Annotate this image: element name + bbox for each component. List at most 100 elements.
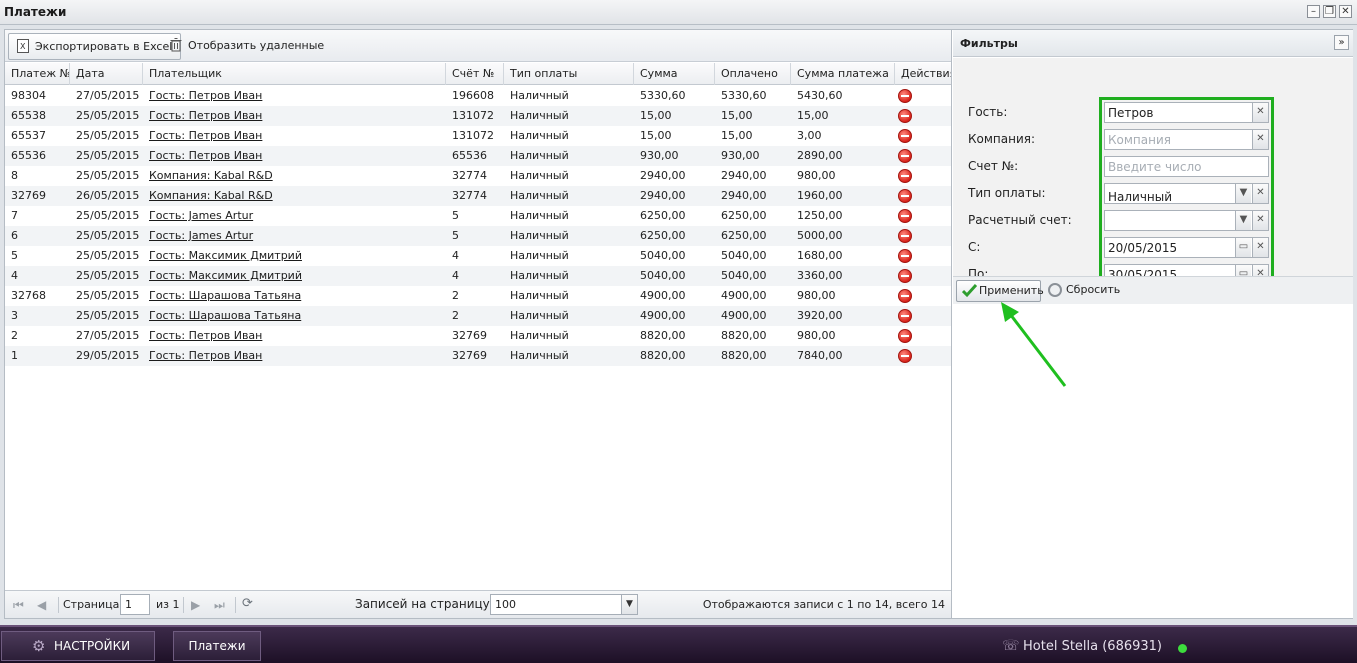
column-header-payment-amount[interactable]: Сумма платежа (791, 63, 895, 85)
cell-invoice-no: 4 (452, 269, 459, 282)
clear-icon[interactable]: ✕ (1252, 211, 1268, 230)
table-row[interactable]: 6 25/05/2015 Гость: James Artur 5 Наличный 62… (5, 226, 951, 246)
delete-icon[interactable] (898, 349, 912, 363)
cell-date: 29/05/2015 (76, 349, 140, 362)
settings-task-button[interactable]: ⚙ НАСТРОЙКИ (1, 631, 155, 661)
minimize-icon[interactable]: – (1307, 5, 1320, 18)
collapse-panel-icon[interactable]: » (1334, 35, 1349, 50)
delete-icon[interactable] (898, 209, 912, 223)
table-row[interactable]: 65538 25/05/2015 Гость: Петров Иван 131072 Н… (5, 106, 951, 126)
cell-payer[interactable]: Гость: Максимик Дмитрий (143, 266, 446, 286)
invoice-number-field[interactable]: Введите число (1104, 156, 1269, 177)
clear-icon[interactable]: ✕ (1252, 184, 1268, 203)
delete-icon[interactable] (898, 109, 912, 123)
cell-payment-amount: 1960,00 (797, 189, 843, 202)
guest-field[interactable]: Петров ✕ (1104, 102, 1269, 123)
last-page-icon[interactable]: ⏭ (214, 598, 225, 613)
cell-payment-amount: 980,00 (797, 329, 836, 342)
cell-payer[interactable]: Компания: Kabal R&D (143, 186, 446, 206)
cell-payer[interactable]: Гость: Петров Иван (143, 86, 446, 106)
first-page-icon[interactable]: ⏮ (13, 598, 24, 613)
calendar-icon[interactable]: ▭ (1235, 238, 1251, 257)
column-header-paid[interactable]: Оплачено (715, 63, 791, 85)
table-row[interactable]: 65536 25/05/2015 Гость: Петров Иван 65536 На… (5, 146, 951, 166)
column-header-payment-type[interactable]: Тип оплаты (504, 63, 634, 85)
column-header-invoice-no[interactable]: Счёт № (446, 63, 504, 85)
cell-payment-amount: 7840,00 (797, 349, 843, 362)
delete-icon[interactable] (898, 189, 912, 203)
excel-file-icon: X (17, 39, 29, 53)
cell-payer[interactable]: Гость: Шарашова Татьяна (143, 306, 446, 326)
apply-button[interactable]: Применить (956, 280, 1044, 302)
delete-icon[interactable] (898, 129, 912, 143)
column-header-amount[interactable]: Сумма (634, 63, 715, 85)
column-header-date[interactable]: Дата (70, 63, 143, 85)
delete-icon[interactable] (898, 269, 912, 283)
table-row[interactable]: 98304 27/05/2015 Гость: Петров Иван 196608 Н… (5, 86, 951, 106)
cell-payer[interactable]: Гость: Петров Иван (143, 106, 446, 126)
export-excel-button[interactable]: X Экспортировать в Excel (8, 33, 182, 60)
chevron-down-icon[interactable]: ▼ (1235, 184, 1251, 203)
apply-label: Применить (979, 284, 1044, 297)
cell-payer[interactable]: Гость: Петров Иван (143, 126, 446, 146)
table-row[interactable]: 7 25/05/2015 Гость: James Artur 5 Наличный 62… (5, 206, 951, 226)
cell-payer[interactable]: Гость: Петров Иван (143, 146, 446, 166)
table-row[interactable]: 65537 25/05/2015 Гость: Петров Иван 131072 Н… (5, 126, 951, 146)
cell-payer[interactable]: Гость: Шарашова Татьяна (143, 286, 446, 306)
clear-icon[interactable]: ✕ (1252, 103, 1268, 122)
delete-icon[interactable] (898, 309, 912, 323)
table-row[interactable]: 1 29/05/2015 Гость: Петров Иван 32769 Наличн… (5, 346, 951, 366)
prev-page-icon[interactable]: ◀ (37, 598, 46, 612)
cell-payer[interactable]: Компания: Kabal R&D (143, 166, 446, 186)
per-page-select[interactable]: 100 ▼ (490, 594, 638, 615)
table-row[interactable]: 32768 25/05/2015 Гость: Шарашова Татьяна 2 Н… (5, 286, 951, 306)
cell-payment-type: Наличный (510, 129, 569, 142)
cell-payment-no: 5 (11, 249, 18, 262)
cell-invoice-no: 196608 (452, 89, 494, 102)
cell-payer[interactable]: Гость: James Artur (143, 206, 446, 226)
table-row[interactable]: 8 25/05/2015 Компания: Kabal R&D 32774 Налич… (5, 166, 951, 186)
next-page-icon[interactable]: ▶ (191, 598, 200, 612)
delete-icon[interactable] (898, 289, 912, 303)
hotel-name[interactable]: Hotel Stella (686931) (1023, 639, 1162, 654)
delete-icon[interactable] (898, 89, 912, 103)
cell-payer[interactable]: Гость: James Artur (143, 226, 446, 246)
page-number-input[interactable]: 1 (120, 594, 150, 615)
restore-icon[interactable]: ❐ (1323, 5, 1336, 18)
delete-icon[interactable] (898, 229, 912, 243)
payments-task-button[interactable]: Платежи (173, 631, 261, 661)
refresh-icon[interactable]: ⟳ (242, 596, 253, 611)
company-field[interactable]: Компания ✕ (1104, 129, 1269, 150)
delete-icon[interactable] (898, 329, 912, 343)
table-row[interactable]: 4 25/05/2015 Гость: Максимик Дмитрий 4 Налич… (5, 266, 951, 286)
table-row[interactable]: 3 25/05/2015 Гость: Шарашова Татьяна 2 Налич… (5, 306, 951, 326)
cell-payer[interactable]: Гость: Петров Иван (143, 326, 446, 346)
cell-amount: 2940,00 (640, 189, 686, 202)
date-from-field[interactable]: 20/05/2015 ▭ ✕ (1104, 237, 1269, 258)
cell-invoice-no: 131072 (452, 129, 494, 142)
delete-icon[interactable] (898, 169, 912, 183)
table-row[interactable]: 5 25/05/2015 Гость: Максимик Дмитрий 4 Налич… (5, 246, 951, 266)
cell-date: 26/05/2015 (76, 189, 140, 202)
column-header-payment-no[interactable]: Платеж № (5, 63, 70, 85)
table-row[interactable]: 2 27/05/2015 Гость: Петров Иван 32769 Наличн… (5, 326, 951, 346)
delete-icon[interactable] (898, 149, 912, 163)
account-select[interactable]: ▼ ✕ (1104, 210, 1269, 231)
cell-date: 25/05/2015 (76, 249, 140, 262)
payment-type-select[interactable]: Наличный ▼ ✕ (1104, 183, 1269, 204)
cell-payer[interactable]: Гость: Петров Иван (143, 346, 446, 366)
column-header-payer[interactable]: Плательщик (143, 63, 446, 85)
reset-button[interactable]: Сбросить (1046, 280, 1120, 302)
chevron-down-icon[interactable]: ▼ (1235, 211, 1251, 230)
cell-payer[interactable]: Гость: Максимик Дмитрий (143, 246, 446, 266)
cell-amount: 4900,00 (640, 309, 686, 322)
close-icon[interactable]: ✕ (1339, 5, 1352, 18)
show-deleted-button[interactable]: Отобразить удаленные (162, 33, 332, 60)
table-row[interactable]: 32769 26/05/2015 Компания: Kabal R&D 32774 Н… (5, 186, 951, 206)
clear-icon[interactable]: ✕ (1252, 238, 1268, 257)
chevron-down-icon[interactable]: ▼ (621, 595, 637, 614)
date-from-value: 20/05/2015 (1108, 241, 1178, 255)
clear-icon[interactable]: ✕ (1252, 130, 1268, 149)
delete-icon[interactable] (898, 249, 912, 263)
cell-date: 25/05/2015 (76, 209, 140, 222)
